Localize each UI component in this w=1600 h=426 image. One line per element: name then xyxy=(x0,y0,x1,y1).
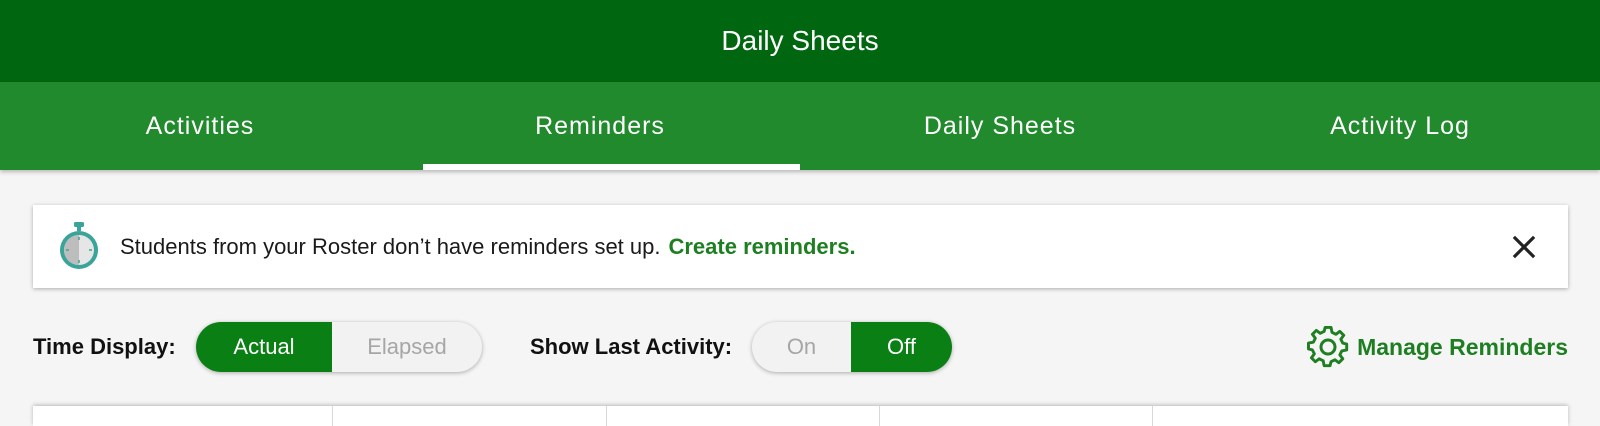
show-last-activity-on-option[interactable]: On xyxy=(752,322,851,372)
tab-label: Activity Log xyxy=(1330,111,1470,140)
table-column-divider xyxy=(606,406,607,426)
reminders-banner: Students from your Roster don’t have rem… xyxy=(33,205,1568,288)
app-header: Daily Sheets xyxy=(0,0,1600,82)
manage-reminders-button[interactable]: Manage Reminders xyxy=(1307,320,1568,374)
tab-daily-sheets[interactable]: Daily Sheets xyxy=(800,82,1200,170)
show-last-activity-label: Show Last Activity: xyxy=(530,334,733,359)
close-icon[interactable] xyxy=(1510,233,1538,261)
tab-active-indicator xyxy=(423,164,800,170)
manage-reminders-label: Manage Reminders xyxy=(1357,333,1568,360)
tab-bar: Activities Reminders Daily Sheets Activi… xyxy=(0,82,1600,170)
stopwatch-icon xyxy=(60,222,98,269)
gear-icon xyxy=(1307,326,1349,368)
banner-message: Students from your Roster don’t have rem… xyxy=(120,233,661,259)
tab-reminders[interactable]: Reminders xyxy=(400,82,800,170)
time-display-label: Time Display: xyxy=(33,334,176,359)
time-display-elapsed-option[interactable]: Elapsed xyxy=(332,322,482,372)
tab-activities[interactable]: Activities xyxy=(0,82,400,170)
tab-activity-log[interactable]: Activity Log xyxy=(1200,82,1600,170)
show-last-activity-toggle: On Off xyxy=(752,322,952,372)
tab-label: Activities xyxy=(145,111,255,140)
display-controls: Time Display: Actual Elapsed Show Last A… xyxy=(33,320,1568,374)
time-display-toggle: Actual Elapsed xyxy=(196,322,482,372)
banner-message-row: Students from your Roster don’t have rem… xyxy=(120,205,856,288)
tab-label: Reminders xyxy=(535,111,665,140)
reminders-table xyxy=(33,406,1568,426)
page-title: Daily Sheets xyxy=(721,25,879,56)
show-last-activity-off-option[interactable]: Off xyxy=(851,322,952,372)
time-display-actual-option[interactable]: Actual xyxy=(196,322,332,372)
table-column-divider xyxy=(1152,406,1153,426)
create-reminders-link[interactable]: Create reminders. xyxy=(668,234,855,260)
table-column-divider xyxy=(332,406,333,426)
table-column-divider xyxy=(879,406,880,426)
tab-label: Daily Sheets xyxy=(923,111,1077,140)
